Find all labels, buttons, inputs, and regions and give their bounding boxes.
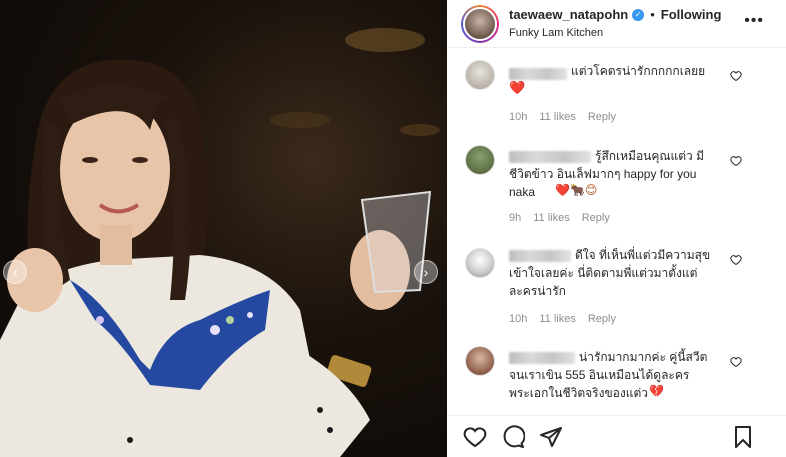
comment-text: น่ารักมากมากค่ะ คู่นี้สวีตจนเราเขิน 555 … (509, 350, 708, 400)
photo-illustration (0, 28, 440, 457)
comment-meta: 9h 11 likes Reply (509, 212, 610, 224)
separator-dot: • (650, 7, 655, 22)
comment-time: 10h (509, 313, 528, 325)
author-username[interactable]: taewaew_natapohn (509, 7, 628, 22)
comment-likes[interactable]: 11 likes (539, 111, 575, 123)
author-line: taewaew_natapohn ✓ • Following (509, 7, 721, 22)
post-location[interactable]: Funky Lam Kitchen (509, 27, 603, 39)
comment-emoji: ❤️🐂😊 (555, 183, 598, 197)
following-button[interactable]: Following (661, 7, 722, 22)
comment-like-heart-icon[interactable] (730, 356, 742, 368)
comment-emoji: ❤️ (509, 80, 526, 95)
heart-icon[interactable] (463, 425, 487, 449)
commenter-avatar[interactable] (465, 145, 495, 175)
bookmark-icon[interactable] (731, 425, 755, 449)
comment-text: รู้สึกเหมือนคุณแต่ว มีชีวิตข้าว อินเล็ฟม… (509, 149, 705, 199)
comment-likes[interactable]: 11 likes (539, 313, 575, 325)
author-avatar[interactable] (461, 5, 499, 43)
comment-item: แต่วโคตรน่ารักกกกกเลยย ❤️ 10h 11 likes R… (447, 58, 786, 128)
more-options-icon[interactable]: ••• (744, 12, 764, 30)
post-side-panel: taewaew_natapohn ✓ • Following Funky Lam… (447, 0, 786, 457)
post-header: taewaew_natapohn ✓ • Following Funky Lam… (447, 0, 786, 48)
reply-button[interactable]: Reply (582, 212, 610, 224)
post-photo[interactable]: ‹ › (0, 0, 447, 457)
reply-button[interactable]: Reply (588, 313, 616, 325)
commenter-avatar[interactable] (465, 346, 495, 376)
post-action-bar (447, 415, 786, 457)
comment-emoji: 💔 (649, 384, 664, 398)
chevron-left-icon[interactable]: ‹ (3, 260, 27, 284)
comment-meta: 10h 11 likes Reply (509, 111, 616, 123)
comment-time: 10h (509, 111, 528, 123)
instagram-post-view: ‹ › taewaew_natapohn ✓ • Following Funky… (0, 0, 786, 457)
chevron-right-icon[interactable]: › (414, 260, 438, 284)
comment-item: รู้สึกเหมือนคุณแต่ว มีชีวิตข้าว อินเล็ฟม… (447, 143, 786, 228)
comment-item: น่ารักมากมากค่ะ คู่นี้สวีตจนเราเขิน 555 … (447, 344, 786, 412)
comment-text: ดีใจ ที่เห็นพี่แต่วมีความสุข เข้าใจเลยค่… (509, 248, 711, 298)
commenter-avatar[interactable] (465, 60, 495, 90)
comment-like-heart-icon[interactable] (730, 70, 742, 82)
comment-like-heart-icon[interactable] (730, 155, 742, 167)
comment-likes[interactable]: 11 likes (533, 212, 569, 224)
comment-text: แต่วโคตรน่ารักกกกกเลยย (571, 64, 706, 78)
comment-meta: 10h 11 likes Reply (509, 313, 616, 325)
comment-time: 9h (509, 212, 522, 224)
reply-button[interactable]: Reply (588, 111, 616, 123)
comment-like-heart-icon[interactable] (730, 254, 742, 266)
commenter-avatar[interactable] (465, 248, 495, 278)
comment-icon[interactable] (501, 425, 525, 449)
share-icon[interactable] (539, 425, 563, 449)
comment-item: ดีใจ ที่เห็นพี่แต่วมีความสุข เข้าใจเลยค่… (447, 242, 786, 332)
verified-badge-icon: ✓ (632, 8, 645, 21)
